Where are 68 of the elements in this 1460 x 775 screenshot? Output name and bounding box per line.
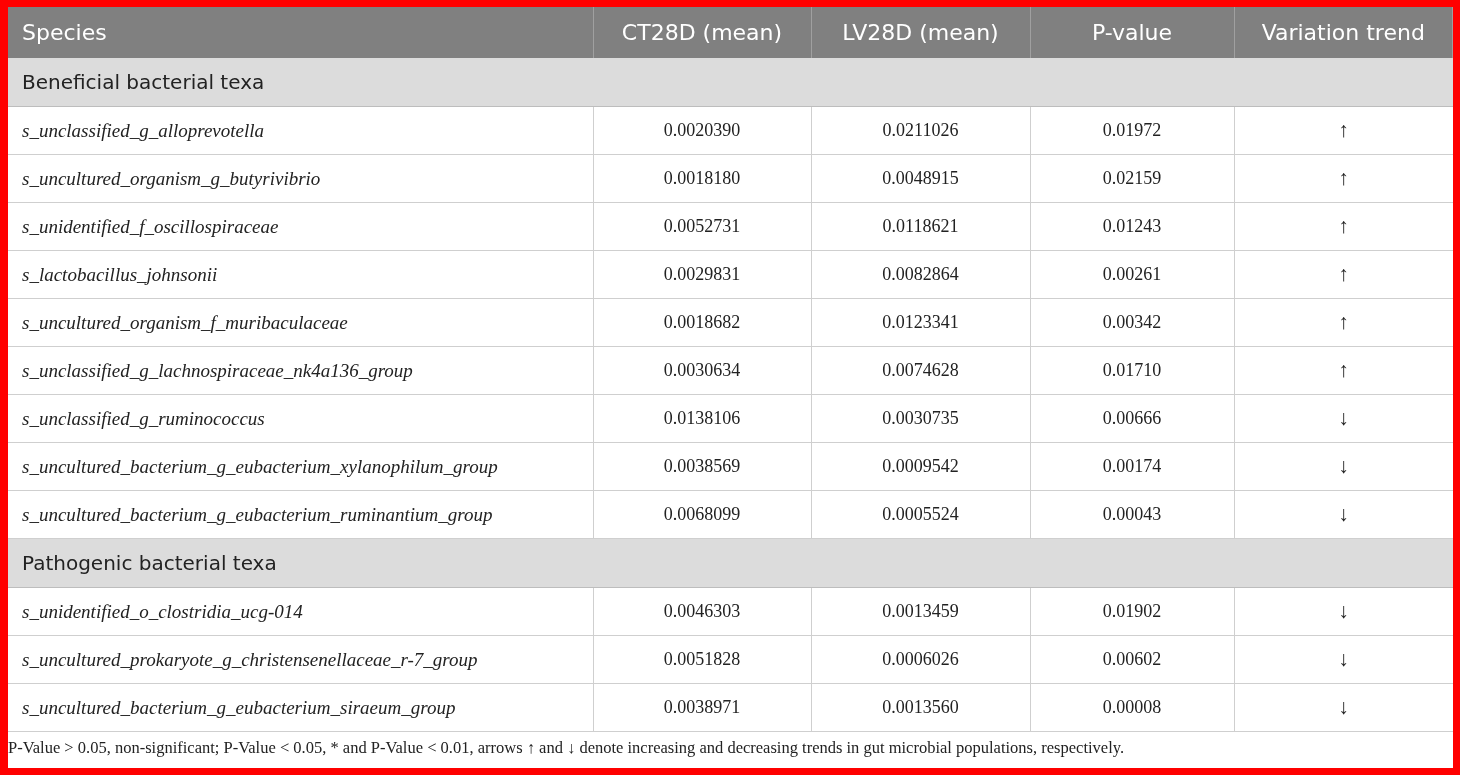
table-cell: 0.00174: [1030, 442, 1234, 491]
table-cell: 0.0020390: [593, 106, 811, 155]
table-cell: 0.00043: [1030, 490, 1234, 539]
table-cell: 0.0009542: [811, 442, 1030, 491]
table-cell: 0.0005524: [811, 490, 1030, 539]
table-cell: 0.0051828: [593, 635, 811, 684]
table-cell: s_uncultured_bacterium_g_eubacterium_ruminantium_group: [8, 490, 593, 539]
table-cell: s_uncultured_organism_g_butyrivibrio: [8, 154, 593, 203]
table-cell: 0.0046303: [593, 587, 811, 636]
table-cell: 0.01902: [1030, 587, 1234, 636]
table-cell: ↑: [1234, 346, 1453, 395]
column-header: Variation trend: [1234, 7, 1453, 58]
table-cell: 0.0052731: [593, 202, 811, 251]
table-cell: s_unclassified_g_lachnospiraceae_nk4a136_group: [8, 346, 593, 395]
table-cell: s_unidentified_o_clostridia_ucg-014: [8, 587, 593, 636]
table-cell: 0.02159: [1030, 154, 1234, 203]
table-cell: s_unidentified_f_oscillospiraceae: [8, 202, 593, 251]
table-cell: 0.0138106: [593, 394, 811, 443]
table-cell: ↑: [1234, 202, 1453, 251]
section-heading: Pathogenic bacterial texa: [8, 538, 1453, 588]
table-cell: 0.0211026: [811, 106, 1030, 155]
table-cell: 0.01243: [1030, 202, 1234, 251]
table-cell: 0.00602: [1030, 635, 1234, 684]
table-cell: 0.0030735: [811, 394, 1030, 443]
table-cell: 0.0074628: [811, 346, 1030, 395]
table-cell: 0.0068099: [593, 490, 811, 539]
table-cell: s_uncultured_prokaryote_g_christensenellaceae_r-7_group: [8, 635, 593, 684]
table-cell: ↓: [1234, 635, 1453, 684]
table-cell: 0.0029831: [593, 250, 811, 299]
table-cell: s_unclassified_g_alloprevotella: [8, 106, 593, 155]
column-header: Species: [8, 7, 593, 58]
table-cell: 0.0013560: [811, 683, 1030, 732]
table-cell: 0.00666: [1030, 394, 1234, 443]
column-header: P-value: [1030, 7, 1234, 58]
table-cell: s_uncultured_bacterium_g_eubacterium_siraeum_group: [8, 683, 593, 732]
table-cell: s_unclassified_g_ruminococcus: [8, 394, 593, 443]
table-cell: 0.0118621: [811, 202, 1030, 251]
table-cell: 0.0048915: [811, 154, 1030, 203]
column-header: CT28D (mean): [593, 7, 811, 58]
table-footnote: P-Value > 0.05, non-significant; P-Value < 0.05, * and P-Value < 0.01, arrows ↑ and ↓ denote increasing and decreasing trends in gut microbial populations, respectively.: [8, 737, 1126, 758]
table-cell: s_uncultured_organism_f_muribaculaceae: [8, 298, 593, 347]
table-cell: ↓: [1234, 587, 1453, 636]
table-cell: 0.01972: [1030, 106, 1234, 155]
section-heading: Beneficial bacterial texa: [8, 58, 1453, 107]
table-cell: 0.00261: [1030, 250, 1234, 299]
table-cell: ↑: [1234, 250, 1453, 299]
table-cell: ↓: [1234, 683, 1453, 732]
table-cell: ↑: [1234, 154, 1453, 203]
table-cell: ↑: [1234, 106, 1453, 155]
table-cell: 0.0018180: [593, 154, 811, 203]
table-cell: 0.00342: [1030, 298, 1234, 347]
table-cell: 0.0038971: [593, 683, 811, 732]
table-cell: ↓: [1234, 442, 1453, 491]
table-cell: s_lactobacillus_johnsonii: [8, 250, 593, 299]
table-cell: 0.0030634: [593, 346, 811, 395]
table-cell: ↓: [1234, 394, 1453, 443]
table-cell: 0.00008: [1030, 683, 1234, 732]
table-cell: ↑: [1234, 298, 1453, 347]
table-cell: 0.0018682: [593, 298, 811, 347]
table-cell: 0.01710: [1030, 346, 1234, 395]
table-cell: 0.0123341: [811, 298, 1030, 347]
table-cell: s_uncultured_bacterium_g_eubacterium_xylanophilum_group: [8, 442, 593, 491]
column-header: LV28D (mean): [811, 7, 1030, 58]
table-cell: 0.0006026: [811, 635, 1030, 684]
table-cell: 0.0013459: [811, 587, 1030, 636]
table-cell: 0.0038569: [593, 442, 811, 491]
table-cell: 0.0082864: [811, 250, 1030, 299]
table-cell: ↓: [1234, 490, 1453, 539]
